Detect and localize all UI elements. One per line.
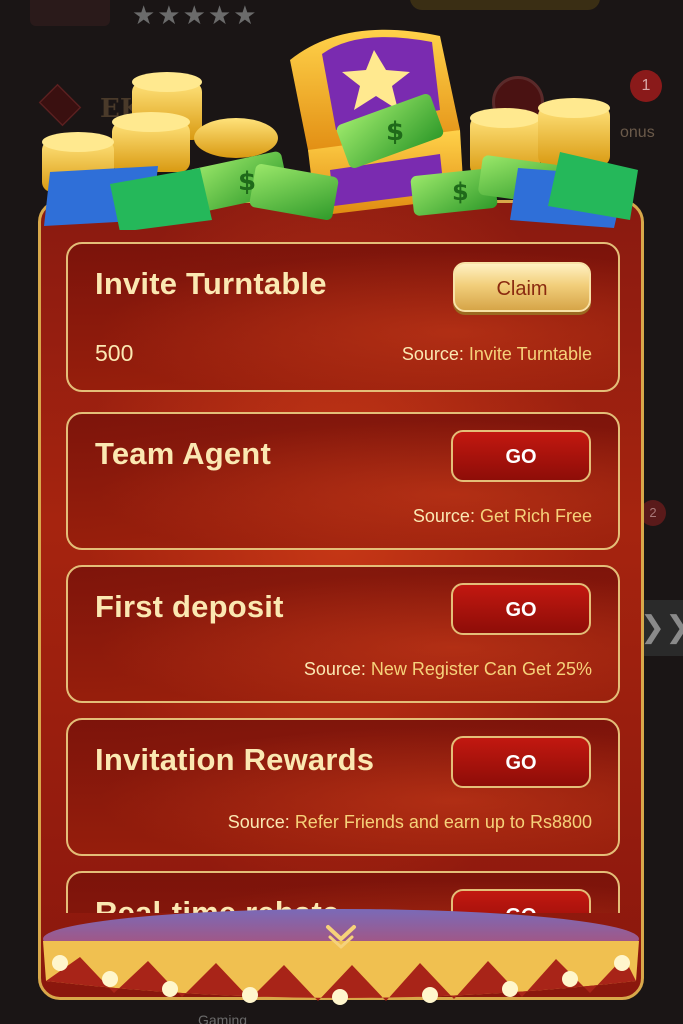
reward-amount: 500 xyxy=(95,340,134,366)
background-chevron-icon: ❯❯ xyxy=(640,600,683,656)
source-label: Source: xyxy=(401,344,469,364)
source-value: Get Rich Free xyxy=(479,506,592,526)
reward-card-invite-turntable: Invite Turntable Claim 500 Source: Invit… xyxy=(66,242,620,392)
reward-title: Invitation Rewards xyxy=(95,742,375,777)
claim-button[interactable]: Claim xyxy=(453,262,591,312)
reward-card-team-agent: Team Agent GO Source: Get Rich Free xyxy=(66,412,620,550)
source-label: Source: xyxy=(412,506,480,526)
reward-source: Source: New Register Can Get 25% xyxy=(304,659,592,680)
reward-source: Source: Get Rich Free xyxy=(413,506,592,527)
svg-text:$: $ xyxy=(238,167,256,197)
background-gaming-label: Gaming xyxy=(198,1012,248,1024)
svg-text:$: $ xyxy=(452,178,469,206)
source-value: Invite Turntable xyxy=(468,344,592,364)
rewards-list[interactable]: Invite Turntable Claim 500 Source: Invit… xyxy=(41,203,641,913)
svg-text:$: $ xyxy=(386,117,404,147)
reward-card-first-deposit: First deposit GO Source: New Register Ca… xyxy=(66,565,620,703)
reward-card-invitation-rewards: Invitation Rewards GO Source: Refer Frie… xyxy=(66,718,620,856)
source-value: Refer Friends and earn up to Rs8800 xyxy=(294,812,592,832)
stage-platform xyxy=(43,909,639,1005)
reward-title: First deposit xyxy=(95,589,284,624)
treasure-chest-icon: $ $ $ xyxy=(42,29,638,230)
rewards-modal: Invite Turntable Claim 500 Source: Invit… xyxy=(38,200,644,1000)
reward-title: Team Agent xyxy=(95,436,271,471)
reward-source: Source: Invite Turntable xyxy=(402,344,592,365)
source-label: Source: xyxy=(303,659,371,679)
background-balance-pill xyxy=(410,0,600,10)
go-button[interactable]: GO xyxy=(451,583,591,635)
go-button[interactable]: GO xyxy=(451,430,591,482)
reward-source: Source: Refer Friends and earn up to Rs8… xyxy=(228,812,592,833)
source-label: Source: xyxy=(227,812,295,832)
reward-title: Invite Turntable xyxy=(95,266,327,301)
source-value: New Register Can Get 25% xyxy=(370,659,592,679)
go-button[interactable]: GO xyxy=(451,736,591,788)
